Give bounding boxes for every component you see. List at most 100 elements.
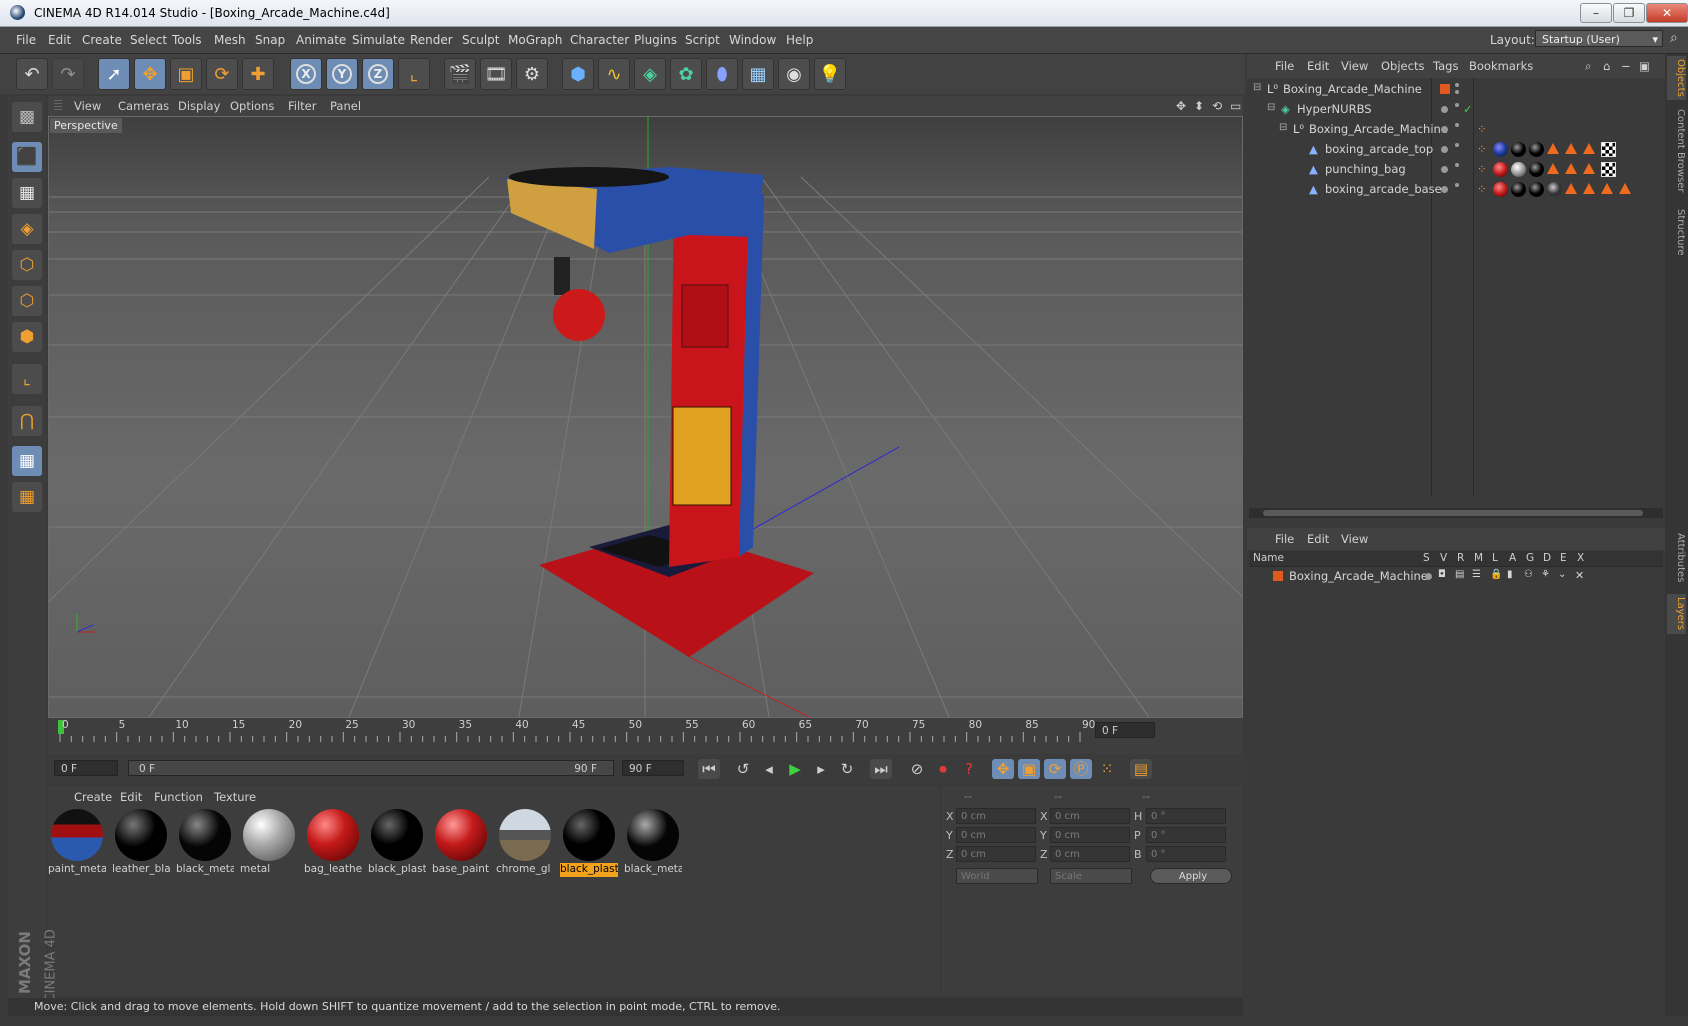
- points-mode-button[interactable]: ⬡: [12, 250, 42, 280]
- collapse-icon[interactable]: −: [1621, 59, 1631, 73]
- position-x-field[interactable]: 0 cm: [956, 808, 1036, 824]
- object-scrollbar[interactable]: [1249, 508, 1663, 518]
- viewport-menu-panel[interactable]: Panel: [330, 99, 361, 113]
- toggle-view-icon[interactable]: ▭: [1230, 99, 1241, 113]
- visibility-dot[interactable]: [1455, 143, 1459, 147]
- uvw-tag-icon[interactable]: [1547, 163, 1559, 174]
- polygons-mode-button[interactable]: ⬢: [12, 322, 42, 352]
- material-swatch[interactable]: metal: [240, 806, 298, 878]
- objects-menu-tags[interactable]: Tags: [1433, 59, 1458, 73]
- layer-xref-icon[interactable]: ✕: [1575, 569, 1584, 582]
- material-swatch[interactable]: leather_bla: [112, 806, 170, 878]
- status-dot[interactable]: [1441, 166, 1448, 173]
- minimize-button[interactable]: –: [1580, 3, 1612, 23]
- current-frame-field[interactable]: 0 F: [1095, 722, 1155, 738]
- material-menu-texture[interactable]: Texture: [214, 790, 256, 804]
- layer-expressions-icon[interactable]: ⌄: [1558, 569, 1566, 580]
- viewport-menu-filter[interactable]: Filter: [288, 99, 316, 113]
- key-pla-button[interactable]: ⁙: [1096, 759, 1118, 779]
- preview-range-slider[interactable]: 0 F 90 F: [128, 760, 614, 776]
- record-keys-button[interactable]: ⊘: [906, 759, 928, 779]
- undo-button[interactable]: ↶: [16, 58, 48, 90]
- z-axis-button[interactable]: Z: [362, 58, 394, 90]
- material-swatch[interactable]: chrome_gl: [496, 806, 554, 878]
- status-dot[interactable]: [1441, 106, 1448, 113]
- material-tag-icon[interactable]: [1511, 162, 1526, 177]
- object-row[interactable]: ▲ boxing_arcade_base ⁘: [1249, 180, 1663, 199]
- tab-layers[interactable]: Layers: [1667, 594, 1686, 634]
- coord-system-select[interactable]: World: [956, 868, 1038, 884]
- render-settings-button[interactable]: ⚙: [516, 58, 548, 90]
- menu-plugins[interactable]: Plugins: [634, 33, 677, 47]
- object-row[interactable]: ▲ boxing_arcade_top ⁘: [1249, 140, 1663, 159]
- x-axis-button[interactable]: X: [290, 58, 322, 90]
- viewport-menu-display[interactable]: Display: [178, 99, 220, 113]
- menu-sculpt[interactable]: Sculpt: [462, 33, 499, 47]
- goto-previous-key-button[interactable]: ↺: [732, 759, 754, 779]
- object-row[interactable]: ⊟ ◈ HyperNURBS ✓: [1249, 100, 1663, 119]
- menu-tools[interactable]: Tools: [172, 33, 202, 47]
- uvw-tag-icon[interactable]: [1583, 163, 1595, 174]
- coordinate-system-button[interactable]: ⌞: [398, 58, 430, 90]
- material-swatch[interactable]: black_plast: [368, 806, 426, 878]
- material-tag-icon[interactable]: [1493, 142, 1508, 157]
- menu-render[interactable]: Render: [410, 33, 453, 47]
- material-menu-edit[interactable]: Edit: [120, 790, 142, 804]
- viewport-menu-view[interactable]: View: [74, 99, 101, 113]
- layer-render-icon[interactable]: ▤: [1455, 569, 1464, 580]
- move-tool-button[interactable]: ✥: [134, 58, 166, 90]
- tab-objects[interactable]: Objects: [1667, 56, 1686, 100]
- light-button[interactable]: 💡: [814, 58, 846, 90]
- key-parameter-button[interactable]: Ⓟ: [1070, 759, 1092, 779]
- layer-deformers-icon[interactable]: ⚘: [1541, 569, 1550, 580]
- live-selection-button[interactable]: ➚: [98, 58, 130, 90]
- nurbs-button[interactable]: ◈: [634, 58, 666, 90]
- menu-mograph[interactable]: MoGraph: [508, 33, 563, 47]
- uvw-tag-icon[interactable]: [1547, 143, 1559, 154]
- goto-end-button[interactable]: ⏭: [870, 759, 892, 779]
- material-tag-icon[interactable]: [1511, 182, 1526, 197]
- layer-solo-dot[interactable]: [1425, 573, 1432, 580]
- menu-file[interactable]: File: [16, 33, 36, 47]
- material-tag-icon[interactable]: [1511, 142, 1526, 157]
- rotation-b-field[interactable]: 0 °: [1146, 846, 1226, 862]
- layers-menu-file[interactable]: File: [1275, 532, 1294, 546]
- size-mode-select[interactable]: Scale: [1050, 868, 1132, 884]
- camera-button[interactable]: ◉: [778, 58, 810, 90]
- material-tag-icon[interactable]: [1529, 162, 1544, 177]
- objects-menu-file[interactable]: File: [1275, 59, 1294, 73]
- apply-button[interactable]: Apply: [1150, 868, 1232, 884]
- layer-animation-icon[interactable]: ▮: [1507, 569, 1513, 580]
- objects-menu-edit[interactable]: Edit: [1307, 59, 1329, 73]
- new-window-icon[interactable]: ▣: [1639, 59, 1650, 73]
- layer-row[interactable]: Boxing_Arcade_Machine ◘ ▤ ☰ 🔒 ▮ ⚇ ⚘ ⌄ ✕: [1249, 567, 1663, 586]
- snap-button[interactable]: ⋂: [12, 406, 42, 436]
- phong-tag-icon[interactable]: ⁘: [1477, 162, 1487, 176]
- menu-window[interactable]: Window: [729, 33, 776, 47]
- key-scale-button[interactable]: ▣: [1018, 759, 1040, 779]
- material-swatch[interactable]: bag_leathe: [304, 806, 362, 878]
- menu-mesh[interactable]: Mesh: [214, 33, 246, 47]
- uvw-tag-icon[interactable]: [1565, 143, 1577, 154]
- status-dot[interactable]: [1441, 186, 1448, 193]
- menu-help[interactable]: Help: [786, 33, 813, 47]
- tag-icon[interactable]: ⁘: [1477, 122, 1487, 136]
- tab-attributes[interactable]: Attributes: [1667, 528, 1686, 588]
- uvw-tag-icon[interactable]: [1619, 183, 1631, 194]
- phong-tag-icon[interactable]: ⁘: [1477, 142, 1487, 156]
- position-z-field[interactable]: 0 cm: [956, 846, 1036, 862]
- menu-simulate[interactable]: Simulate: [352, 33, 405, 47]
- workplane-lock-button[interactable]: ▦: [12, 446, 42, 476]
- phong-tag-icon[interactable]: ⁘: [1477, 182, 1487, 196]
- objects-menu-bookmarks[interactable]: Bookmarks: [1469, 59, 1533, 73]
- model-mode-button[interactable]: ⬛: [12, 142, 42, 172]
- layout-select[interactable]: Startup (User) ▾: [1535, 30, 1663, 47]
- layer-visible-icon[interactable]: ◘: [1438, 569, 1446, 580]
- y-axis-button[interactable]: Y: [326, 58, 358, 90]
- home-icon[interactable]: ⌂: [1603, 59, 1610, 73]
- material-tag-icon[interactable]: [1529, 182, 1544, 197]
- menu-animate[interactable]: Animate: [296, 33, 346, 47]
- object-row[interactable]: ⊟ L⁰ Boxing_Arcade_Machine ⁘: [1249, 120, 1663, 139]
- uvw-tag-icon[interactable]: [1565, 183, 1577, 194]
- close-button[interactable]: ✕: [1646, 3, 1688, 23]
